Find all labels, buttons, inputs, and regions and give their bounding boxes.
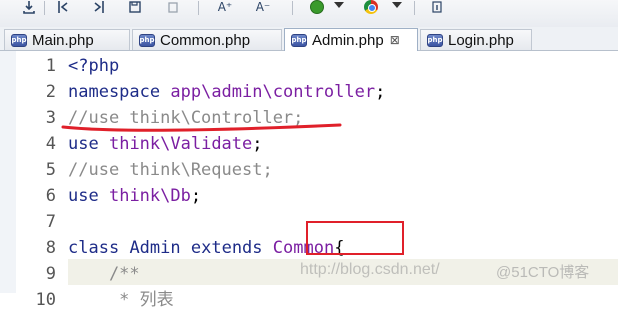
toolbar-separator bbox=[198, 1, 199, 15]
line-number: 10 bbox=[35, 290, 56, 310]
font-increase-icon[interactable]: A⁺ bbox=[214, 0, 236, 14]
close-tab-icon[interactable]: ⊠ bbox=[390, 33, 400, 47]
red-box-annotation bbox=[306, 221, 404, 255]
editor-tab-bar: php Main.php php Common.php php Admin.ph… bbox=[0, 27, 618, 51]
class-path-token: think\Validate bbox=[108, 134, 253, 154]
save-icon[interactable] bbox=[128, 0, 142, 14]
run-icon[interactable] bbox=[310, 0, 324, 14]
tab-label: Login.php bbox=[448, 31, 514, 49]
last-icon[interactable] bbox=[92, 0, 106, 14]
code-line: 1 <?php bbox=[0, 53, 618, 79]
code-line: 10 * 列表 bbox=[0, 287, 618, 313]
code-line: 4 use think\Validate; bbox=[0, 131, 618, 157]
semicolon: ; bbox=[252, 134, 263, 154]
run-dropdown-icon[interactable] bbox=[334, 2, 344, 8]
browser-dropdown-icon[interactable] bbox=[392, 2, 402, 8]
class-name-token: Admin bbox=[129, 238, 181, 258]
line-number: 6 bbox=[45, 186, 56, 206]
code-editor[interactable]: 1 <?php 2 namespace app\admin\controller… bbox=[0, 51, 618, 310]
semicolon: ; bbox=[190, 186, 202, 206]
line-number: 2 bbox=[45, 82, 56, 102]
line-number: 1 bbox=[45, 56, 56, 76]
toolbar-separator bbox=[414, 1, 415, 15]
class-path-token: think\Db bbox=[108, 186, 191, 206]
comment-text: //use think\Controller; bbox=[68, 108, 304, 128]
keyword-token: namespace bbox=[68, 82, 161, 102]
watermark-text: http://blog.csdn.net/ bbox=[300, 261, 440, 278]
keyword-token: use bbox=[68, 186, 99, 206]
export-icon[interactable] bbox=[22, 0, 36, 14]
toolbar: A⁺ A⁻ bbox=[0, 0, 618, 28]
php-file-icon: php bbox=[11, 33, 27, 47]
line-number: 4 bbox=[45, 134, 56, 154]
tab-label: Main.php bbox=[32, 31, 94, 49]
keyword-token: extends bbox=[190, 238, 263, 258]
comment-text: /** bbox=[68, 264, 140, 284]
line-number: 5 bbox=[45, 160, 56, 180]
toolbar-separator bbox=[44, 1, 45, 15]
tab-label: Admin.php bbox=[312, 31, 384, 49]
code-line: 3 //use think\Controller; bbox=[0, 105, 618, 131]
php-file-icon: php bbox=[139, 33, 155, 47]
code-text: namespace app\admin\controller; bbox=[68, 79, 385, 105]
semicolon: ; bbox=[375, 82, 386, 102]
code-text: class Admin extends Common{ bbox=[68, 235, 344, 261]
comment-text: //use think\Request; bbox=[68, 160, 273, 180]
line-number: 7 bbox=[45, 212, 56, 232]
keyword-token: use bbox=[68, 134, 99, 154]
line-number: 9 bbox=[45, 264, 56, 284]
code-text: use think\Db; bbox=[68, 183, 201, 209]
font-decrease-icon[interactable]: A⁻ bbox=[252, 0, 274, 14]
toolbar-separator bbox=[292, 1, 293, 15]
comment-text: * 列表 bbox=[68, 290, 174, 310]
keyword-token: class bbox=[68, 238, 120, 258]
tab-common-php[interactable]: php Common.php bbox=[132, 29, 282, 50]
code-text: use think\Validate; bbox=[68, 131, 263, 157]
tab-label: Common.php bbox=[160, 31, 251, 49]
code-text: <?php bbox=[68, 56, 120, 76]
code-line: 5 //use think\Request; bbox=[0, 157, 618, 183]
tab-login-php[interactable]: php Login.php bbox=[420, 29, 532, 50]
first-icon[interactable] bbox=[56, 0, 70, 14]
php-file-icon: php bbox=[291, 33, 307, 47]
namespace-token: app\admin\controller bbox=[170, 82, 376, 102]
line-number: 3 bbox=[45, 108, 56, 128]
tab-main-php[interactable]: php Main.php bbox=[4, 29, 130, 50]
browser-icon[interactable] bbox=[364, 0, 378, 14]
info-icon[interactable] bbox=[430, 0, 444, 14]
code-line: 6 use think\Db; bbox=[0, 183, 618, 209]
php-file-icon: php bbox=[427, 33, 443, 47]
code-line: 2 namespace app\admin\controller; bbox=[0, 79, 618, 105]
line-number: 8 bbox=[45, 238, 56, 258]
watermark-text: @51CTO博客 bbox=[496, 264, 590, 281]
copy-icon[interactable] bbox=[166, 0, 180, 14]
tab-admin-php[interactable]: php Admin.php ⊠ bbox=[284, 28, 418, 51]
